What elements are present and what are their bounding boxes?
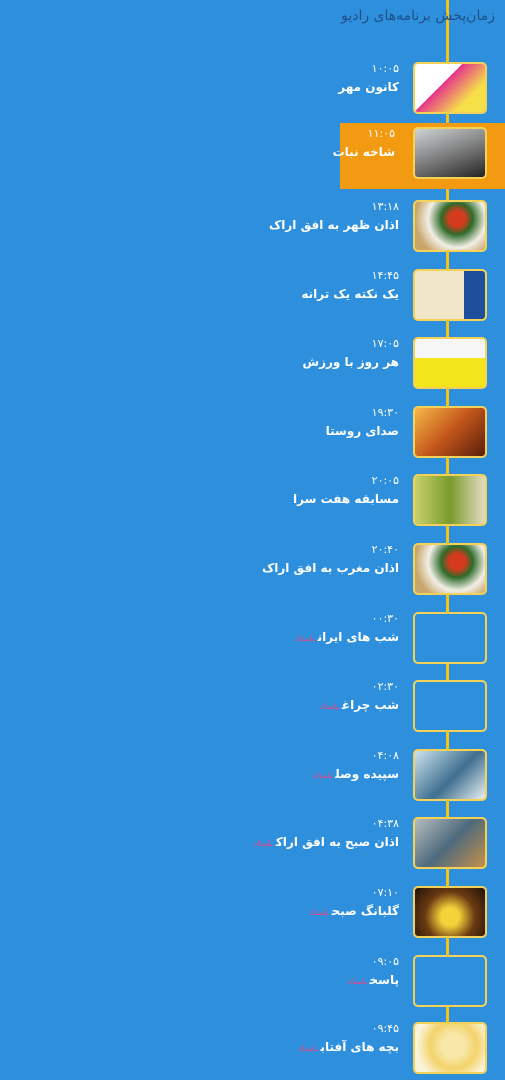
program-item[interactable]: ۰۰:۳۰ شب های ایرانبامداد <box>0 608 505 670</box>
program-time: ۱۱:۰۵ <box>367 127 395 140</box>
status-badge: بامداد <box>319 702 339 711</box>
program-title[interactable]: بچه های آفتاببامداد <box>298 1040 399 1054</box>
program-time: ۲۰:۴۰ <box>371 543 399 556</box>
program-title[interactable]: شاخه نبات <box>330 145 395 159</box>
program-title[interactable]: شب چراغبامداد <box>320 698 399 712</box>
status-badge: بامداد <box>347 977 367 986</box>
program-item[interactable]: ۰۴:۰۸ سپیده وصلبامداد <box>0 745 505 807</box>
program-thumbnail[interactable] <box>413 406 487 458</box>
program-item[interactable]: ۱۴:۴۵ یک نکته یک ترانه <box>0 265 505 327</box>
program-time: ۰۰:۳۰ <box>371 612 399 625</box>
program-thumbnail[interactable] <box>413 543 487 595</box>
program-item[interactable]: ۱۷:۰۵ هر روز با ورزش <box>0 333 505 395</box>
program-item[interactable]: ۰۴:۳۸ اذان صبح به افق اراکبامداد <box>0 813 505 875</box>
program-thumbnail[interactable] <box>413 817 487 869</box>
status-badge: بامداد <box>295 634 315 643</box>
program-thumbnail[interactable] <box>413 127 487 179</box>
status-badge: بامداد <box>298 1044 318 1053</box>
program-item[interactable]: ۰۹:۴۵ بچه های آفتاببامداد <box>0 1018 505 1080</box>
program-item[interactable]: ۰۲:۳۰ شب چراغبامداد <box>0 676 505 738</box>
program-item[interactable]: ۲۰:۰۵ مسابقه هفت سرا <box>0 470 505 532</box>
program-title[interactable]: یک نکته یک ترانه <box>298 287 399 301</box>
program-title[interactable]: اذان صبح به افق اراکبامداد <box>254 835 399 849</box>
program-thumbnail[interactable] <box>413 337 487 389</box>
program-item-active[interactable]: ۱۱:۰۵ شاخه نبات <box>333 123 505 189</box>
status-badge: بامداد <box>253 839 273 848</box>
program-thumbnail[interactable] <box>413 62 487 114</box>
program-title[interactable]: سپیده وصلبامداد <box>313 767 399 781</box>
program-title[interactable]: گلبانگ صبحبامداد <box>309 904 399 918</box>
program-title[interactable]: کانون مهر <box>335 80 399 94</box>
program-time: ۱۰:۰۵ <box>371 62 399 75</box>
program-title[interactable]: مسابقه هفت سرا <box>290 492 399 506</box>
program-time: ۲۰:۰۵ <box>371 474 399 487</box>
program-time: ۰۹:۰۵ <box>371 955 399 968</box>
program-title[interactable]: هر روز با ورزش <box>300 355 399 369</box>
program-time: ۰۴:۰۸ <box>371 749 399 762</box>
program-time: ۰۹:۴۵ <box>371 1022 399 1035</box>
program-item[interactable]: ۰۹:۰۵ پاسخبامداد <box>0 951 505 1013</box>
program-title[interactable]: اذان ظهر به افق اراک <box>266 218 399 232</box>
program-title[interactable]: اذان مغرب به افق اراک <box>259 561 399 575</box>
program-item[interactable]: ۲۰:۴۰ اذان مغرب به افق اراک <box>0 539 505 601</box>
program-thumbnail[interactable] <box>413 1022 487 1074</box>
program-time: ۱۷:۰۵ <box>371 337 399 350</box>
program-thumbnail[interactable] <box>413 474 487 526</box>
program-time: ۰۲:۳۰ <box>371 680 399 693</box>
program-thumbnail[interactable] <box>413 269 487 321</box>
program-item[interactable]: ۱۰:۰۵ کانون مهر <box>0 58 505 120</box>
program-time: ۰۴:۳۸ <box>371 817 399 830</box>
program-thumbnail[interactable] <box>413 749 487 801</box>
program-thumbnail[interactable] <box>413 612 487 664</box>
program-title[interactable]: شب های ایرانبامداد <box>295 630 399 644</box>
program-thumbnail[interactable] <box>413 886 487 938</box>
program-title[interactable]: صدای روستا <box>323 424 399 438</box>
program-item[interactable]: ۰۷:۱۰ گلبانگ صبحبامداد <box>0 882 505 944</box>
program-time: ۰۷:۱۰ <box>371 886 399 899</box>
program-item[interactable]: ۱۳:۱۸ اذان ظهر به افق اراک <box>0 196 505 258</box>
program-time: ۱۴:۴۵ <box>371 269 399 282</box>
status-badge: بامداد <box>313 771 333 780</box>
program-item[interactable]: ۱۹:۳۰ صدای روستا <box>0 402 505 464</box>
status-badge: بامداد <box>309 908 329 917</box>
program-thumbnail[interactable] <box>413 955 487 1007</box>
page-title: زمان‌پخش برنامه‌های رادیو <box>341 8 495 24</box>
program-thumbnail[interactable] <box>413 200 487 252</box>
program-title[interactable]: پاسخبامداد <box>347 973 399 987</box>
program-time: ۱۳:۱۸ <box>371 200 399 213</box>
program-time: ۱۹:۳۰ <box>371 406 399 419</box>
program-thumbnail[interactable] <box>413 680 487 732</box>
